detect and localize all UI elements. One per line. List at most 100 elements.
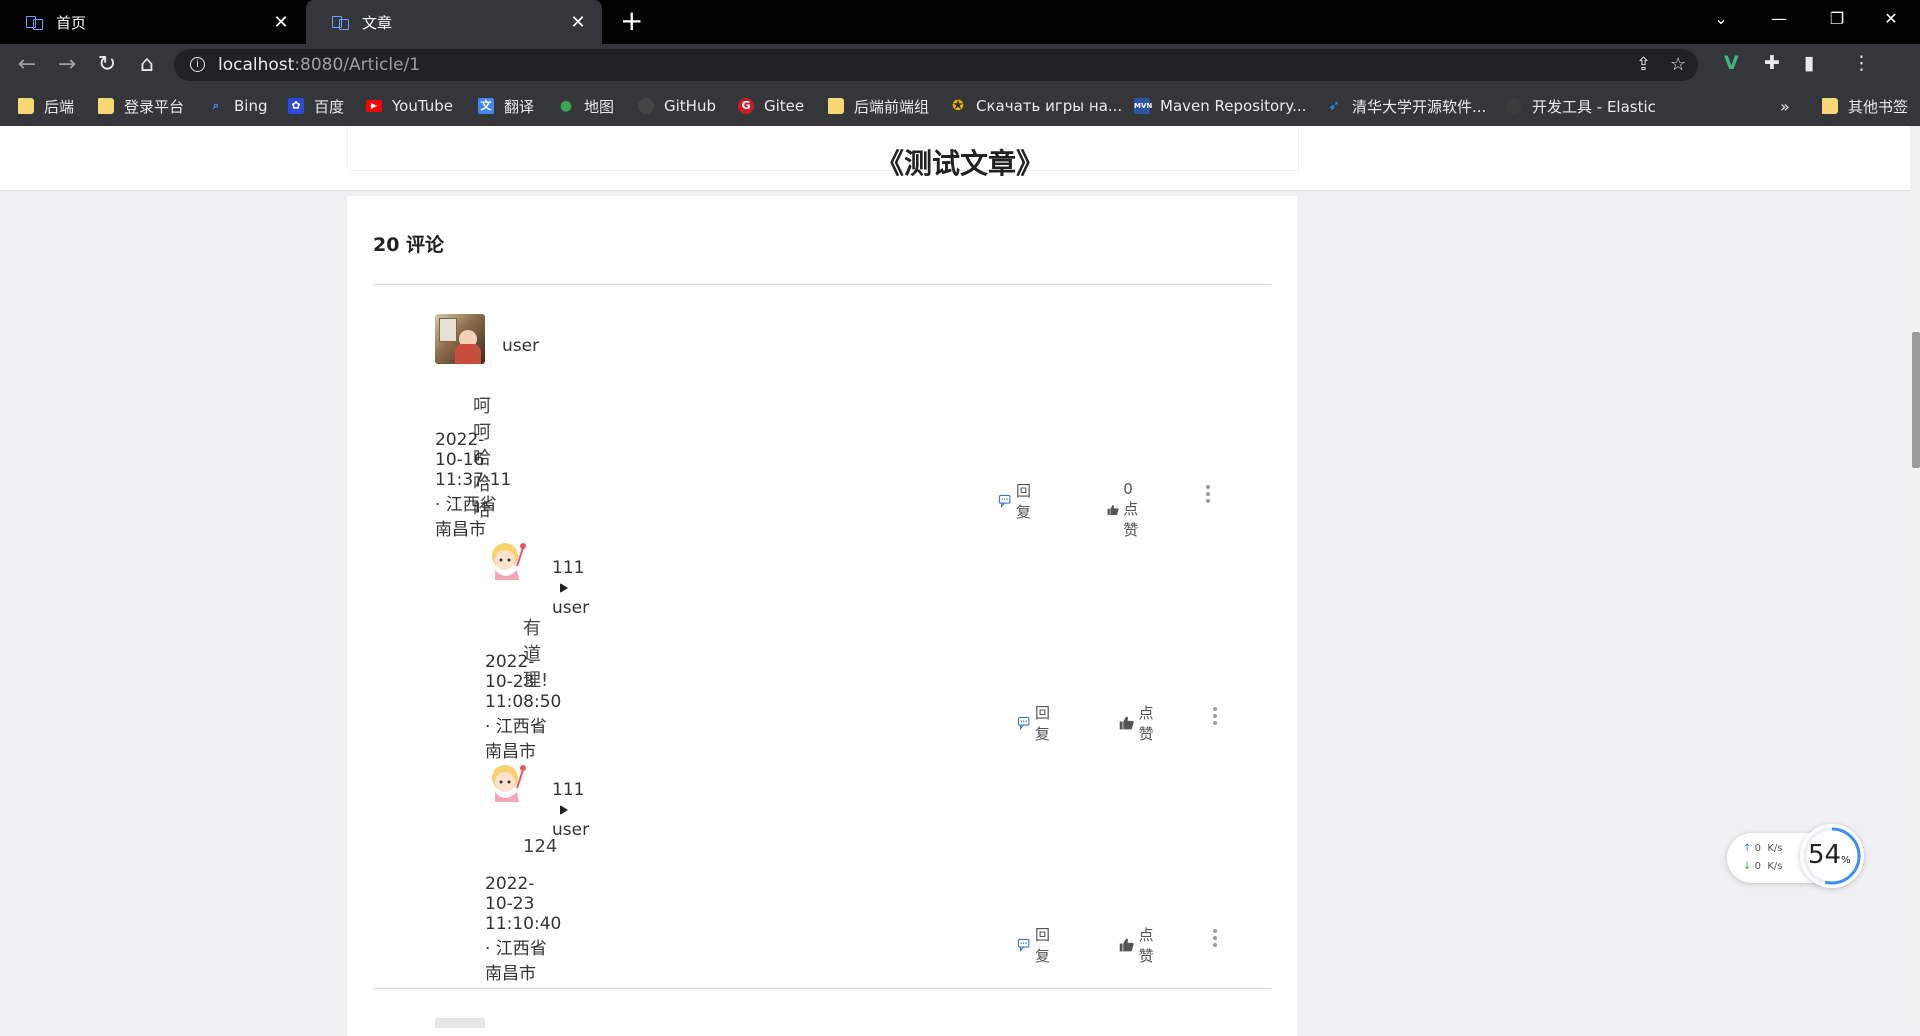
comment-meta: 2022-10-16 11:37:11 · 江西省南昌市 — [435, 430, 512, 540]
close-window-button[interactable]: ✕ — [1862, 0, 1920, 40]
gitee-icon: G — [738, 98, 754, 114]
upload-speed: ↑ 0 K/s — [1743, 843, 1783, 854]
close-tab-icon[interactable]: ✕ — [568, 12, 588, 33]
like-button[interactable]: 点赞 — [1119, 924, 1160, 966]
bookmark-item[interactable]: ✿ 百度 — [288, 95, 344, 117]
games-icon: ✪ — [952, 98, 964, 114]
home-icon[interactable]: ⌂ — [134, 52, 160, 78]
download-speed: ↓ 0 K/s — [1743, 861, 1783, 872]
reply-icon — [998, 494, 1011, 509]
tab-article[interactable]: 文章 ✕ — [306, 0, 602, 44]
comment-meta: 2022-10-23 11:08:50 · 江西省南昌市 — [485, 652, 562, 762]
upload-arrow-icon: ↑ — [1743, 843, 1752, 854]
reply-author[interactable]: 111 — [552, 558, 584, 578]
reload-icon[interactable]: ↻ — [94, 52, 120, 78]
like-label: 0 点赞 — [1123, 480, 1139, 539]
bookmark-item[interactable]: 后端 — [18, 95, 74, 117]
tab-title: 文章 — [362, 13, 393, 32]
scrollbar-thumb[interactable] — [1912, 332, 1920, 468]
menu-icon[interactable]: ⋮ — [1852, 52, 1871, 74]
tab-strip: 首页 ✕ 文章 ✕ + ⌄ — ❐ ✕ — [0, 0, 1920, 44]
comment-meta: 2022-10-23 11:10:40 · 江西省南昌市 — [485, 874, 562, 984]
comment-author[interactable]: user — [502, 336, 539, 356]
side-panel-icon[interactable]: ▮ — [1804, 52, 1814, 74]
share-icon[interactable]: ⇪ — [1636, 54, 1651, 75]
page-icon — [332, 15, 350, 30]
like-button[interactable]: 点赞 — [1119, 702, 1160, 744]
bing-search-icon: ⌕ — [212, 99, 220, 112]
reply-button[interactable]: 回复 — [1017, 924, 1056, 966]
bookmark-item[interactable]: ⌕ Bing — [208, 95, 268, 117]
elastic-icon — [1506, 98, 1522, 114]
divider — [373, 284, 1271, 285]
tab-title: 首页 — [56, 13, 87, 32]
address-bar[interactable]: i localhost:8080/Article/1 ⇪ ☆ — [174, 49, 1698, 81]
avatar[interactable] — [485, 536, 535, 586]
maven-icon: MVN — [1134, 98, 1152, 114]
tab-search-icon[interactable]: ⌄ — [1692, 0, 1750, 40]
avatar[interactable] — [435, 1018, 485, 1028]
reply-author[interactable]: 111 — [552, 780, 584, 800]
close-tab-icon[interactable]: ✕ — [271, 12, 291, 33]
minimize-button[interactable]: — — [1750, 0, 1808, 40]
bookmark-item[interactable]: 后端前端组 — [828, 95, 929, 117]
folder-icon — [18, 98, 34, 114]
bookmark-item[interactable]: ● 地图 — [558, 95, 614, 117]
reply-arrow-icon — [560, 583, 568, 593]
new-tab-button[interactable]: + — [620, 7, 643, 35]
divider — [373, 988, 1271, 989]
avatar[interactable] — [435, 314, 485, 364]
bookmark-item[interactable]: ▶ YouTube — [366, 95, 453, 117]
thumbs-up-icon — [1119, 938, 1134, 952]
page-scrollbar[interactable] — [1910, 126, 1920, 1021]
bookmark-item[interactable]: 登录平台 — [98, 95, 184, 117]
back-icon[interactable]: ← — [14, 52, 40, 78]
other-bookmarks[interactable]: 其他书签 — [1822, 95, 1908, 117]
tsinghua-icon: ➶ — [1328, 98, 1340, 114]
page-icon — [26, 15, 44, 30]
reply-header: 111 user — [552, 558, 589, 618]
bookmark-item[interactable]: GitHub — [638, 95, 716, 117]
more-options-icon[interactable] — [1213, 707, 1217, 728]
bookmark-item[interactable]: G Gitee — [738, 95, 804, 117]
like-button[interactable]: 0 点赞 — [1107, 480, 1148, 540]
reply-button[interactable]: 回复 — [998, 480, 1037, 522]
browser-toolbar: ← → ↻ ⌂ i localhost:8080/Article/1 ⇪ ☆ V… — [0, 44, 1920, 86]
extensions-icon[interactable]: ✚ — [1764, 52, 1780, 74]
like-label: 点赞 — [1138, 704, 1154, 743]
avatar[interactable] — [485, 758, 535, 808]
reply-button[interactable]: 回复 — [1017, 702, 1056, 744]
youtube-icon: ▶ — [366, 100, 382, 112]
vue-devtools-icon[interactable]: V — [1724, 52, 1739, 74]
bookmark-item[interactable]: 开发工具 - Elastic — [1506, 95, 1656, 117]
thumbs-up-icon — [1107, 504, 1119, 516]
memory-gauge[interactable]: 54% — [1800, 824, 1864, 888]
reply-arrow-icon — [560, 805, 568, 815]
translate-icon: 文 — [478, 98, 494, 114]
reply-target[interactable]: user — [552, 598, 589, 618]
comment-count: 20 评论 — [373, 234, 445, 256]
gauge-value: 54% — [1808, 840, 1851, 870]
reply-header: 111 user — [552, 780, 589, 840]
folder-icon — [98, 98, 114, 114]
baidu-icon: ✿ — [288, 98, 304, 114]
bookmarks-overflow-button[interactable]: » — [1780, 95, 1790, 117]
bookmark-star-icon[interactable]: ☆ — [1670, 54, 1686, 75]
bookmark-item[interactable]: 文翻译 — [478, 95, 534, 117]
reply-label: 回复 — [1016, 482, 1032, 521]
site-info-icon[interactable]: i — [190, 57, 205, 72]
reply-target[interactable]: user — [552, 820, 589, 840]
folder-icon — [1822, 98, 1838, 114]
more-options-icon[interactable] — [1213, 929, 1217, 950]
thumbs-up-icon — [1119, 716, 1134, 730]
tab-home[interactable]: 首页 ✕ — [0, 0, 305, 44]
bookmark-item[interactable]: MVN Maven Repository... — [1134, 95, 1306, 117]
more-options-icon[interactable] — [1206, 485, 1210, 506]
map-pin-icon: ● — [559, 98, 573, 114]
bookmark-item[interactable]: ✪ Скачать игры на... — [950, 95, 1122, 117]
comments-card: 20 评论 user 呵呵哈哈哈 2022-10-16 11:37:11 · 江… — [347, 196, 1297, 1036]
bookmark-item[interactable]: ➶ 清华大学开源软件... — [1326, 95, 1486, 117]
forward-icon[interactable]: → — [54, 52, 80, 78]
reply-label: 回复 — [1035, 704, 1051, 743]
restore-button[interactable]: ❐ — [1808, 0, 1866, 40]
